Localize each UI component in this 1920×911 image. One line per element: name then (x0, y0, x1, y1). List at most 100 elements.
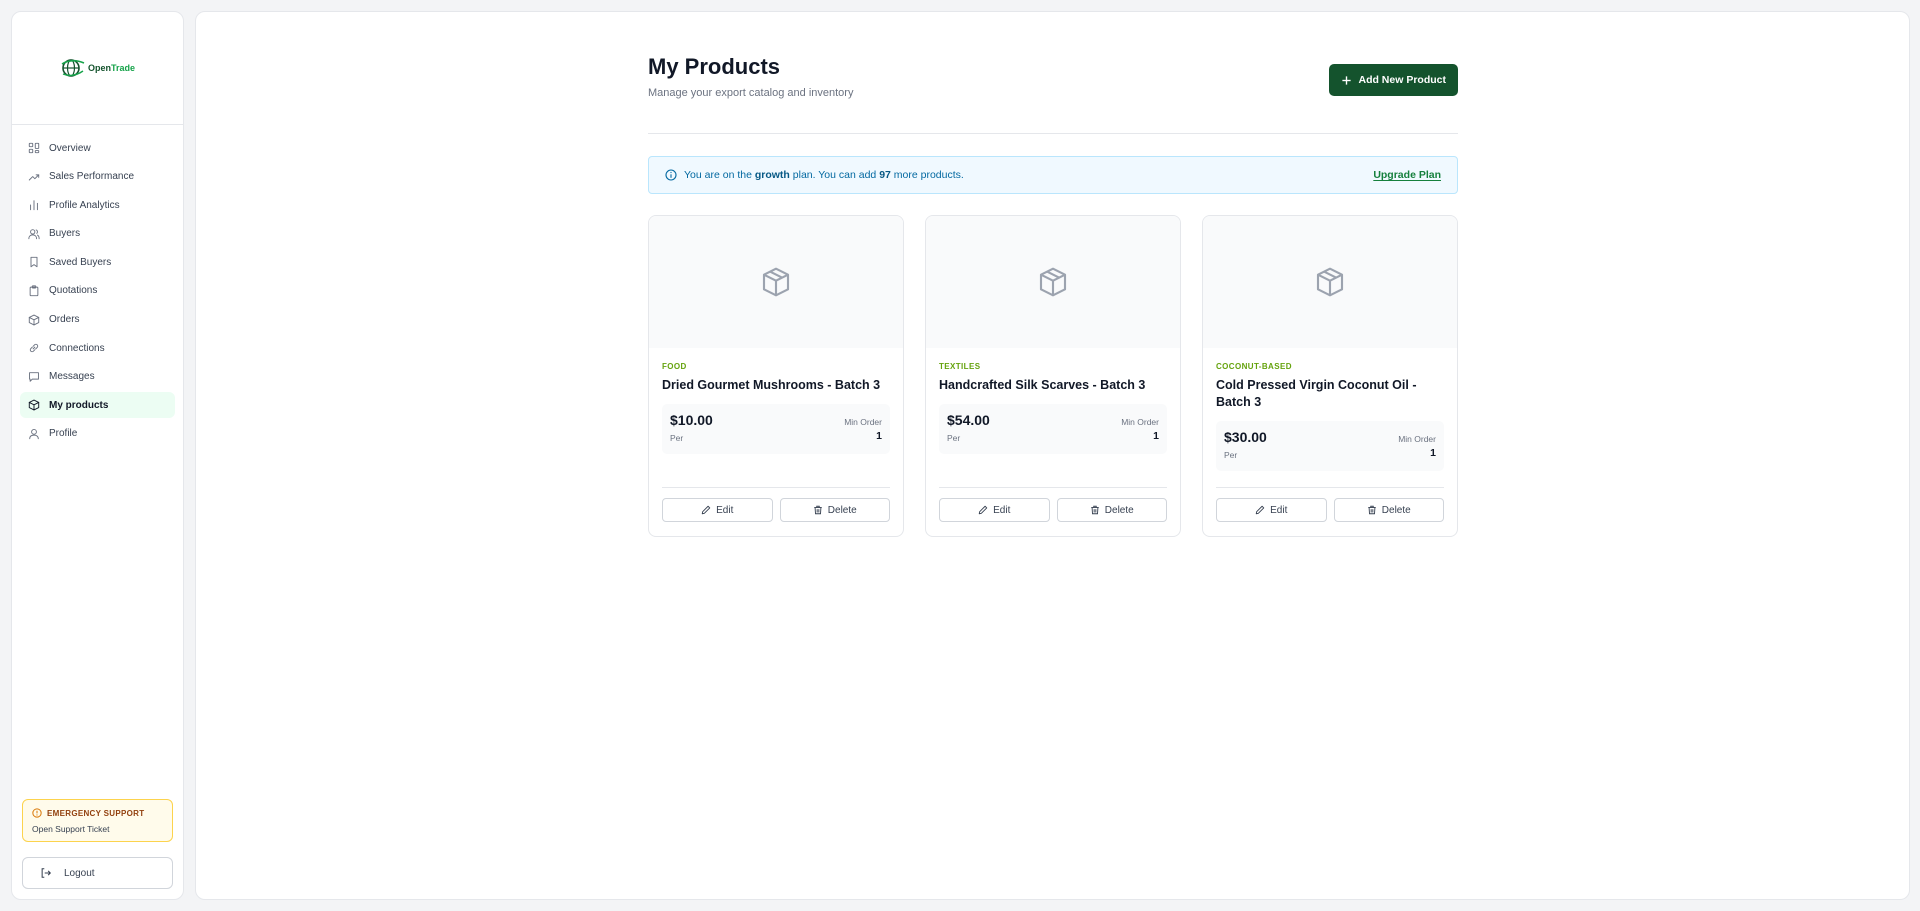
emergency-support-box[interactable]: EMERGENCY SUPPORT Open Support Ticket (22, 799, 173, 842)
min-order-value: 1 (1430, 447, 1436, 459)
edit-label: Edit (716, 504, 734, 516)
logout-button[interactable]: Logout (22, 857, 173, 889)
upgrade-plan-link[interactable]: Upgrade Plan (1373, 169, 1441, 181)
sidebar-item-connections[interactable]: Connections (20, 335, 175, 361)
product-card[interactable]: TEXTILES Handcrafted Silk Scarves - Batch… (925, 215, 1181, 537)
price-box: $54.00 Per Min Order 1 (939, 404, 1167, 454)
card-body: TEXTILES Handcrafted Silk Scarves - Batch… (926, 348, 1180, 454)
logo-area: OpenTrade (12, 12, 183, 125)
trash-icon (1368, 505, 1376, 515)
sidebar-item-label: Connections (49, 342, 105, 354)
product-price: $30.00 (1224, 429, 1267, 445)
bookmark-icon (30, 257, 38, 268)
alert-circle-icon (32, 808, 42, 818)
edit-button[interactable]: Edit (662, 498, 773, 522)
delete-label: Delete (1104, 504, 1134, 516)
edit-button[interactable]: Edit (939, 498, 1050, 522)
product-price: $54.00 (947, 412, 990, 428)
product-name: Cold Pressed Virgin Coconut Oil - Batch … (1216, 378, 1417, 409)
sidebar-item-label: Orders (49, 314, 80, 326)
main-panel: My Products Manage your export catalog a… (195, 11, 1910, 900)
card-body: FOOD Dried Gourmet Mushrooms - Batch 3 $10… (649, 348, 903, 454)
logout-label: Logout (64, 867, 95, 879)
min-order-label: Min Order (844, 417, 882, 427)
page-header: My Products Manage your export catalog a… (648, 54, 1458, 134)
plan-banner: You are on the growth plan. You can add … (648, 156, 1458, 194)
open-support-ticket-link[interactable]: Open Support Ticket (32, 824, 163, 834)
content: My Products Manage your export catalog a… (648, 54, 1458, 537)
user-icon (29, 428, 39, 440)
sidebar-item-quotations[interactable]: Quotations (20, 278, 175, 304)
pencil-icon (978, 505, 988, 515)
delete-button[interactable]: Delete (1056, 498, 1167, 522)
brand-name: OpenTrade (88, 63, 135, 73)
sidebar-item-my-products[interactable]: My products (20, 392, 175, 419)
page-title: My Products (648, 54, 781, 79)
min-order-label: Min Order (1121, 417, 1159, 427)
price-unit: Per (947, 433, 961, 443)
package-icon (28, 314, 40, 326)
sidebar-item-label: Profile (49, 428, 78, 440)
trash-icon (814, 505, 822, 515)
plus-icon (1342, 75, 1352, 85)
sidebar-item-overview[interactable]: Overview (20, 135, 175, 161)
card-body: COCONUT-BASED Cold Pressed Virgin Coconut… (1203, 348, 1457, 471)
sidebar-item-buyers[interactable]: Buyers (20, 221, 175, 247)
product-image-placeholder (1203, 216, 1457, 348)
pencil-icon (701, 505, 711, 515)
delete-label: Delete (827, 504, 857, 516)
edit-button[interactable]: Edit (1216, 498, 1327, 522)
sidebar-item-profile[interactable]: Profile (20, 421, 175, 447)
price-unit: Per (670, 433, 684, 443)
logout-icon (41, 868, 52, 878)
info-icon (665, 169, 677, 181)
sidebar-item-label: Saved Buyers (49, 256, 112, 268)
support-title-text: EMERGENCY SUPPORT (47, 808, 145, 818)
message-icon (29, 371, 39, 382)
sidebar-item-messages[interactable]: Messages (20, 364, 175, 390)
plan-text: You are on the growth plan. You can add … (684, 169, 964, 181)
price-box: $30.00 Per Min Order 1 (1216, 421, 1444, 471)
globe-logo-icon (61, 59, 85, 77)
support-title: EMERGENCY SUPPORT (32, 808, 163, 818)
card-actions: Edit Delete (1216, 487, 1444, 522)
grid-icon (28, 142, 40, 154)
product-card[interactable]: COCONUT-BASED Cold Pressed Virgin Coconut… (1202, 215, 1458, 537)
min-order-label: Min Order (1398, 434, 1436, 444)
sidebar-item-orders[interactable]: Orders (20, 307, 175, 333)
edit-label: Edit (993, 504, 1011, 516)
sidebar-item-label: Quotations (49, 285, 98, 297)
plan-message: You are on the growth plan. You can add … (665, 169, 964, 181)
link-icon (29, 344, 39, 353)
sidebar-item-profile-analytics[interactable]: Profile Analytics (20, 192, 175, 218)
page-subtitle: Manage your export catalog and inventory (648, 87, 854, 99)
sidebar-nav: Overview Sales Performance Profile Analyti… (12, 125, 183, 447)
delete-label: Delete (1381, 504, 1411, 516)
add-new-product-label: Add New Product (1358, 74, 1446, 86)
add-new-product-button[interactable]: Add New Product (1329, 64, 1458, 96)
plan-middle: plan. You can add (792, 169, 877, 181)
trash-icon (1091, 505, 1099, 515)
delete-button[interactable]: Delete (779, 498, 890, 522)
delete-button[interactable]: Delete (1333, 498, 1444, 522)
product-name: Handcrafted Silk Scarves - Batch 3 (939, 378, 1146, 392)
users-icon (28, 229, 40, 239)
edit-label: Edit (1270, 504, 1288, 516)
product-image-placeholder (926, 216, 1180, 348)
sidebar-item-label: Profile Analytics (49, 199, 120, 211)
sidebar-item-label: Overview (49, 142, 91, 154)
pencil-icon (1255, 505, 1265, 515)
product-name: Dried Gourmet Mushrooms - Batch 3 (662, 378, 881, 392)
price-unit: Per (1224, 450, 1238, 460)
product-image-placeholder (649, 216, 903, 348)
plan-name: growth (754, 169, 790, 181)
brand-logo[interactable]: OpenTrade (60, 56, 135, 80)
brand-name-part1: Open (87, 63, 111, 73)
product-card[interactable]: FOOD Dried Gourmet Mushrooms - Batch 3 $10… (648, 215, 904, 537)
sidebar-item-saved-buyers[interactable]: Saved Buyers (20, 249, 175, 275)
min-order-value: 1 (876, 430, 882, 442)
bar-chart-icon (30, 200, 38, 211)
sidebar-item-sales-performance[interactable]: Sales Performance (20, 164, 175, 190)
min-order-value: 1 (1153, 430, 1159, 442)
package-icon (762, 267, 790, 297)
